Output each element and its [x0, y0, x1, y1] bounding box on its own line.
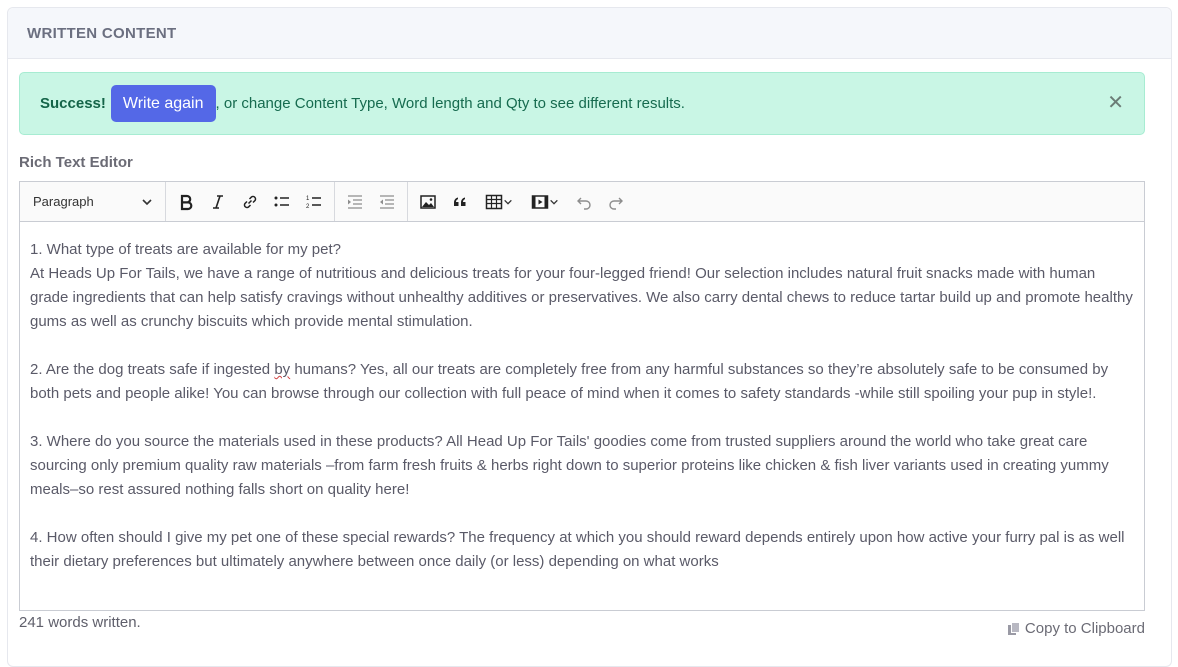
editor-content[interactable]: 1. What type of treats are available for…: [20, 222, 1144, 574]
misspelled-word: by: [274, 361, 291, 378]
editor-toolbar: Paragraph 12: [20, 182, 1144, 222]
write-again-button[interactable]: Write again: [110, 85, 216, 122]
chevron-down-icon: [550, 199, 558, 205]
heading-select[interactable]: Paragraph: [20, 182, 166, 221]
table-icon[interactable]: [477, 187, 521, 217]
toolbar-group-format: 12: [166, 182, 335, 221]
content-paragraph: 2. Are the dog treats safe if ingested b…: [30, 358, 1134, 406]
card-title: WRITTEN CONTENT: [27, 24, 177, 42]
word-count: 241 words written.: [19, 614, 141, 631]
blockquote-icon[interactable]: [445, 187, 475, 217]
redo-icon[interactable]: [601, 187, 631, 217]
italic-icon[interactable]: [203, 187, 233, 217]
image-icon[interactable]: [413, 187, 443, 217]
toolbar-group-indent: [335, 182, 408, 221]
question-1: 1. What type of treats are available for…: [30, 241, 341, 258]
media-icon[interactable]: [523, 187, 567, 217]
success-alert: Success! Write again , or change Content…: [19, 72, 1145, 135]
content-paragraph: 4. How often should I give my pet one of…: [30, 529, 1125, 570]
content-paragraph: 1. What type of treats are available for…: [30, 238, 1134, 334]
rich-text-editor: Paragraph 12 1. What type of treats are …: [19, 181, 1145, 611]
undo-icon[interactable]: [569, 187, 599, 217]
editor-label: Rich Text Editor: [19, 154, 133, 171]
heading-select-value: Paragraph: [33, 194, 94, 209]
copy-label: Copy to Clipboard: [1024, 620, 1145, 637]
numbered-list-icon[interactable]: 12: [299, 187, 329, 217]
alert-message: , or change Content Type, Word length an…: [215, 95, 685, 112]
chevron-down-icon: [504, 199, 512, 205]
bulleted-list-icon[interactable]: [267, 187, 297, 217]
chevron-down-icon: [142, 198, 152, 205]
alert-strong: Success!: [40, 95, 106, 112]
answer-1: At Heads Up For Tails, we have a range o…: [30, 265, 1133, 330]
svg-text:1: 1: [306, 196, 310, 202]
question-2-start: 2. Are the dog treats safe if ingested: [30, 361, 275, 378]
card-header: WRITTEN CONTENT: [8, 8, 1171, 59]
bold-icon[interactable]: [171, 187, 201, 217]
indent-icon[interactable]: [340, 187, 370, 217]
copy-to-clipboard-button[interactable]: Copy to Clipboard: [1007, 620, 1145, 637]
copy-icon: [1007, 621, 1020, 635]
close-icon[interactable]: ✕: [1107, 90, 1124, 116]
content-paragraph: 3. Where do you source the materials use…: [30, 433, 1109, 498]
svg-text:2: 2: [306, 204, 310, 210]
outdent-icon[interactable]: [372, 187, 402, 217]
link-icon[interactable]: [235, 187, 265, 217]
toolbar-group-insert: [408, 182, 636, 221]
